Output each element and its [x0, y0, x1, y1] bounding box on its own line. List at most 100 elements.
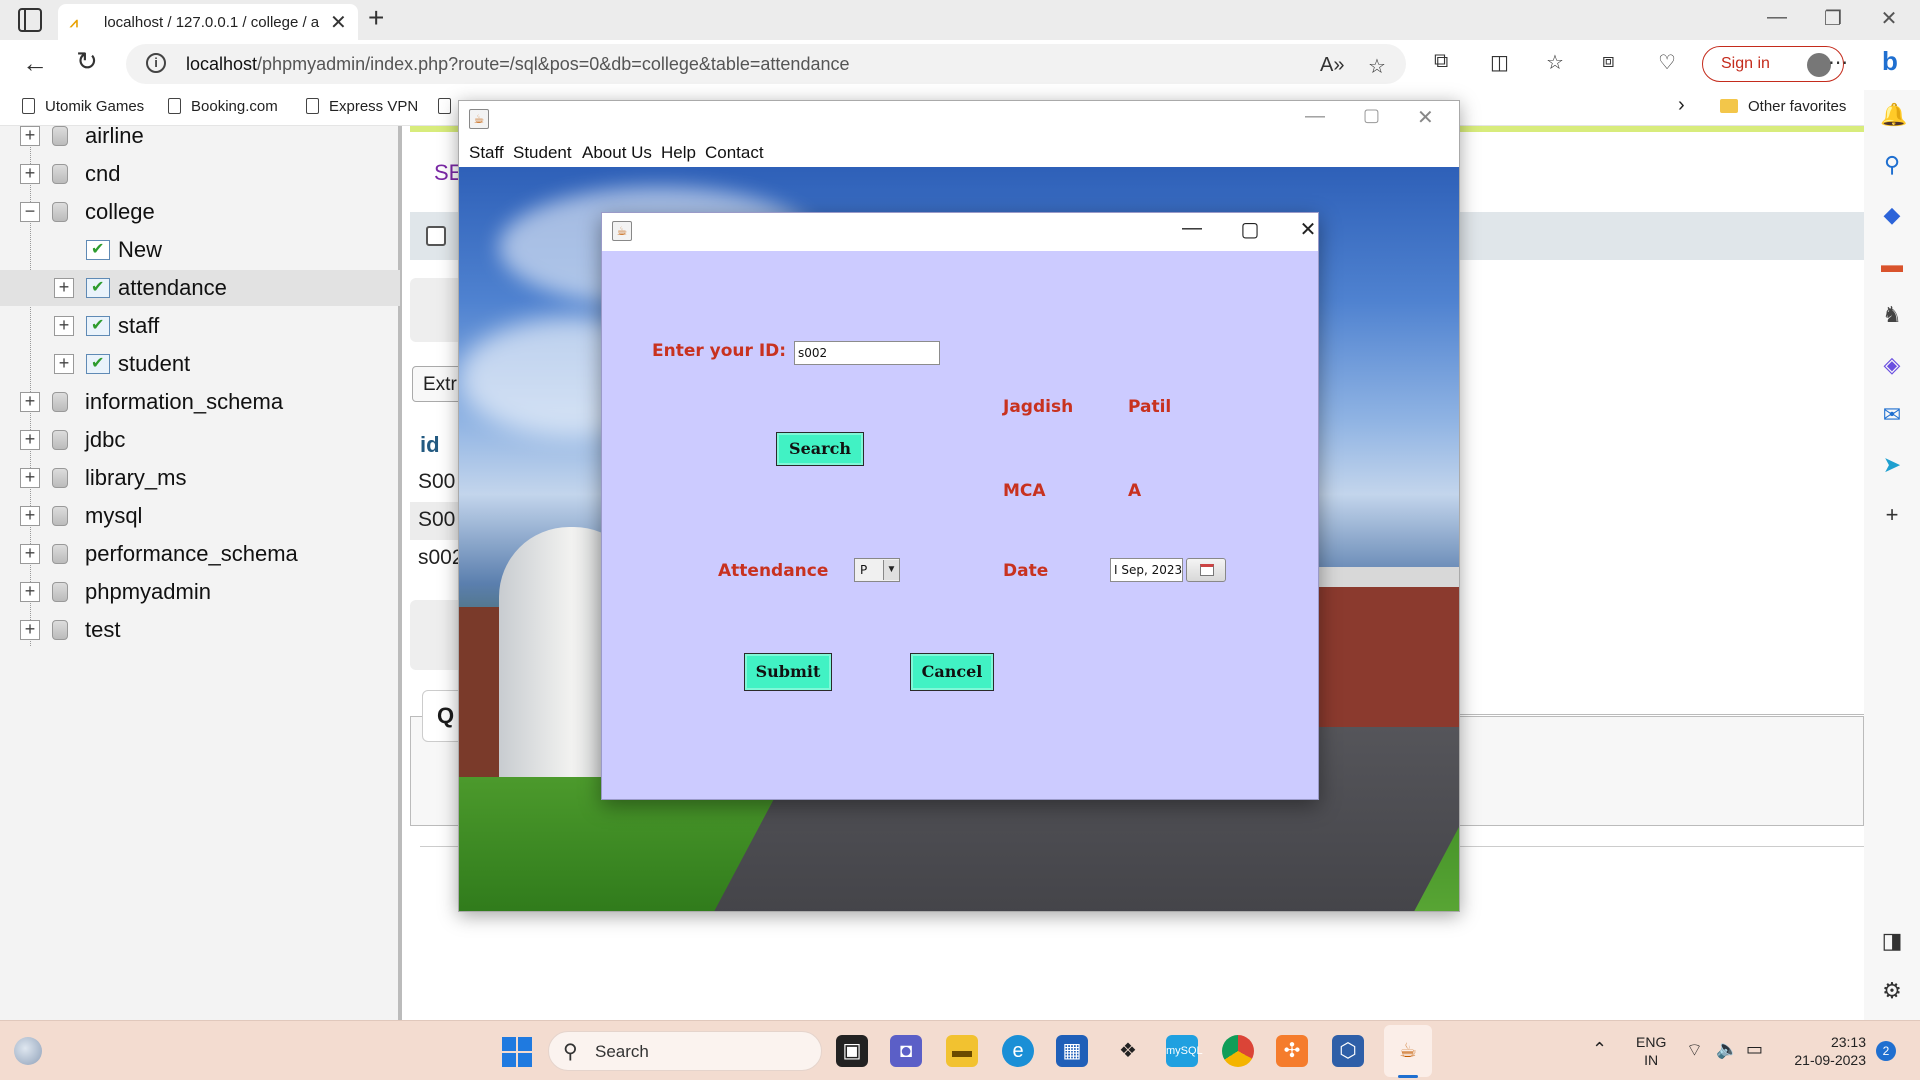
other-favorites[interactable]: Other favorites: [1720, 98, 1846, 115]
chevron-up-icon[interactable]: ⌃: [1592, 1039, 1607, 1060]
tree-item[interactable]: + test: [0, 612, 400, 648]
search-button[interactable]: Search: [776, 432, 864, 466]
id-input[interactable]: s002: [794, 341, 940, 365]
start-icon[interactable]: [502, 1037, 532, 1067]
date-field[interactable]: I Sep, 2023: [1110, 558, 1183, 582]
favorites-icon[interactable]: ☆: [1546, 50, 1564, 75]
mysql-workbench-icon[interactable]: mySQL: [1166, 1035, 1203, 1067]
favorite-express-vpn[interactable]: Express VPN: [306, 98, 418, 115]
tree-item[interactable]: + cnd: [0, 156, 400, 192]
maximize-icon[interactable]: ▢: [1363, 105, 1380, 126]
column-header-id[interactable]: id: [420, 432, 440, 458]
expand-icon[interactable]: +: [20, 544, 40, 564]
minimize-icon[interactable]: —: [1754, 6, 1800, 29]
add-icon[interactable]: +: [1880, 502, 1904, 528]
expand-icon[interactable]: +: [20, 430, 40, 450]
favorite-booking[interactable]: Booking.com: [168, 98, 278, 115]
tree-item[interactable]: + information_schema: [0, 384, 400, 420]
back-arrow-icon[interactable]: ←: [22, 48, 48, 79]
games-icon[interactable]: ♞: [1880, 302, 1904, 328]
info-icon[interactable]: i: [146, 53, 166, 73]
expand-icon[interactable]: +: [20, 126, 40, 146]
extensions-icon[interactable]: ⧉: [1434, 50, 1448, 73]
dropbox-icon[interactable]: ❖: [1112, 1035, 1144, 1067]
submit-button[interactable]: Submit: [744, 653, 832, 691]
tree-item[interactable]: New: [0, 232, 400, 268]
menu-help[interactable]: Help: [661, 143, 696, 163]
weather-icon[interactable]: [14, 1037, 42, 1065]
sidebar-toggle-icon[interactable]: ◨: [1880, 928, 1904, 954]
outlook-icon[interactable]: ✉: [1880, 402, 1904, 428]
tree-item[interactable]: + jdbc: [0, 422, 400, 458]
expand-icon[interactable]: +: [20, 620, 40, 640]
taskbar-search[interactable]: ⚲ Search: [548, 1031, 822, 1071]
reload-icon[interactable]: ↻: [76, 46, 98, 77]
sign-in-button[interactable]: Sign in: [1702, 46, 1844, 82]
edge-icon[interactable]: e: [1002, 1035, 1034, 1067]
tree-item[interactable]: + airline: [0, 118, 400, 154]
expand-icon[interactable]: +: [54, 278, 74, 298]
notification-badge[interactable]: 2: [1876, 1041, 1896, 1061]
chevron-down-icon[interactable]: ▼: [883, 560, 899, 580]
menu-contact[interactable]: Contact: [705, 143, 764, 163]
menu-student[interactable]: Student: [513, 143, 572, 163]
tree-item[interactable]: + attendance: [0, 270, 400, 306]
tree-item[interactable]: + phpmyadmin: [0, 574, 400, 610]
bell-icon[interactable]: 🔔: [1880, 102, 1907, 128]
expand-icon[interactable]: +: [20, 468, 40, 488]
tab-close-icon[interactable]: ✕: [330, 10, 347, 35]
address-bar[interactable]: i localhost/phpmyadmin/index.php?route=/…: [126, 44, 1406, 84]
expand-icon[interactable]: +: [20, 164, 40, 184]
file-explorer-icon[interactable]: ▬: [946, 1035, 978, 1067]
chat-icon[interactable]: ◘: [890, 1035, 922, 1067]
calendar-button[interactable]: [1186, 558, 1226, 582]
language-indicator[interactable]: ENG IN: [1636, 1033, 1666, 1069]
favorite-star-icon[interactable]: ☆: [1368, 54, 1386, 79]
new-tab-icon[interactable]: +: [368, 2, 384, 34]
virtualbox-icon[interactable]: ⬡: [1332, 1035, 1364, 1067]
expand-icon[interactable]: +: [20, 506, 40, 526]
menu-about-us[interactable]: About Us: [582, 143, 652, 163]
tree-item[interactable]: + staff: [0, 308, 400, 344]
send-icon[interactable]: ➤: [1880, 452, 1904, 478]
store-icon[interactable]: ▦: [1056, 1035, 1088, 1067]
menu-staff[interactable]: Staff: [469, 143, 504, 163]
clock[interactable]: 23:13 21-09-2023: [1786, 1033, 1866, 1069]
close-icon[interactable]: ✕: [1417, 105, 1434, 130]
tree-item[interactable]: + student: [0, 346, 400, 382]
more-menu-icon[interactable]: ⋯: [1828, 50, 1848, 75]
xampp-icon[interactable]: ✣: [1276, 1035, 1308, 1067]
search-icon[interactable]: ⚲: [1880, 152, 1904, 178]
collapse-icon[interactable]: −: [20, 202, 40, 222]
attendance-select[interactable]: P ▼: [854, 558, 900, 582]
collections-icon[interactable]: ⧈: [1602, 50, 1615, 73]
task-view-icon[interactable]: ▣: [836, 1035, 868, 1067]
copilot-icon[interactable]: b: [1882, 46, 1898, 77]
tab-actions-icon[interactable]: [18, 8, 42, 32]
battery-icon[interactable]: ▭: [1746, 1039, 1763, 1060]
chrome-icon[interactable]: [1222, 1035, 1254, 1067]
volume-icon[interactable]: 🔈: [1716, 1039, 1738, 1060]
expand-icon[interactable]: +: [20, 392, 40, 412]
maximize-icon[interactable]: ▢: [1228, 217, 1272, 242]
settings-icon[interactable]: ⚙: [1880, 978, 1904, 1004]
select-all-checkbox[interactable]: [426, 226, 446, 246]
browser-essentials-icon[interactable]: ♡: [1658, 50, 1676, 75]
split-screen-icon[interactable]: ◫: [1490, 50, 1509, 75]
close-icon[interactable]: ✕: [1866, 6, 1912, 31]
minimize-icon[interactable]: —: [1305, 105, 1325, 128]
tools-icon[interactable]: ▬: [1880, 252, 1904, 278]
tree-item[interactable]: + mysql: [0, 498, 400, 534]
tree-item[interactable]: − college: [0, 194, 400, 230]
wifi-icon[interactable]: ⌔: [1686, 1039, 1703, 1062]
expand-icon[interactable]: +: [20, 582, 40, 602]
chevron-right-icon[interactable]: ›: [1678, 94, 1685, 117]
favorite-utomik-games[interactable]: Utomik Games: [22, 98, 144, 115]
browser-tab-active[interactable]: ⩘ localhost / 127.0.0.1 / college / a ✕: [58, 4, 358, 40]
tree-item[interactable]: + library_ms: [0, 460, 400, 496]
restore-icon[interactable]: ❐: [1810, 6, 1856, 31]
read-aloud-icon[interactable]: A»: [1320, 54, 1344, 77]
tree-item[interactable]: + performance_schema: [0, 536, 400, 572]
microsoft365-icon[interactable]: ◈: [1880, 352, 1904, 378]
close-icon[interactable]: ✕: [1286, 217, 1330, 242]
